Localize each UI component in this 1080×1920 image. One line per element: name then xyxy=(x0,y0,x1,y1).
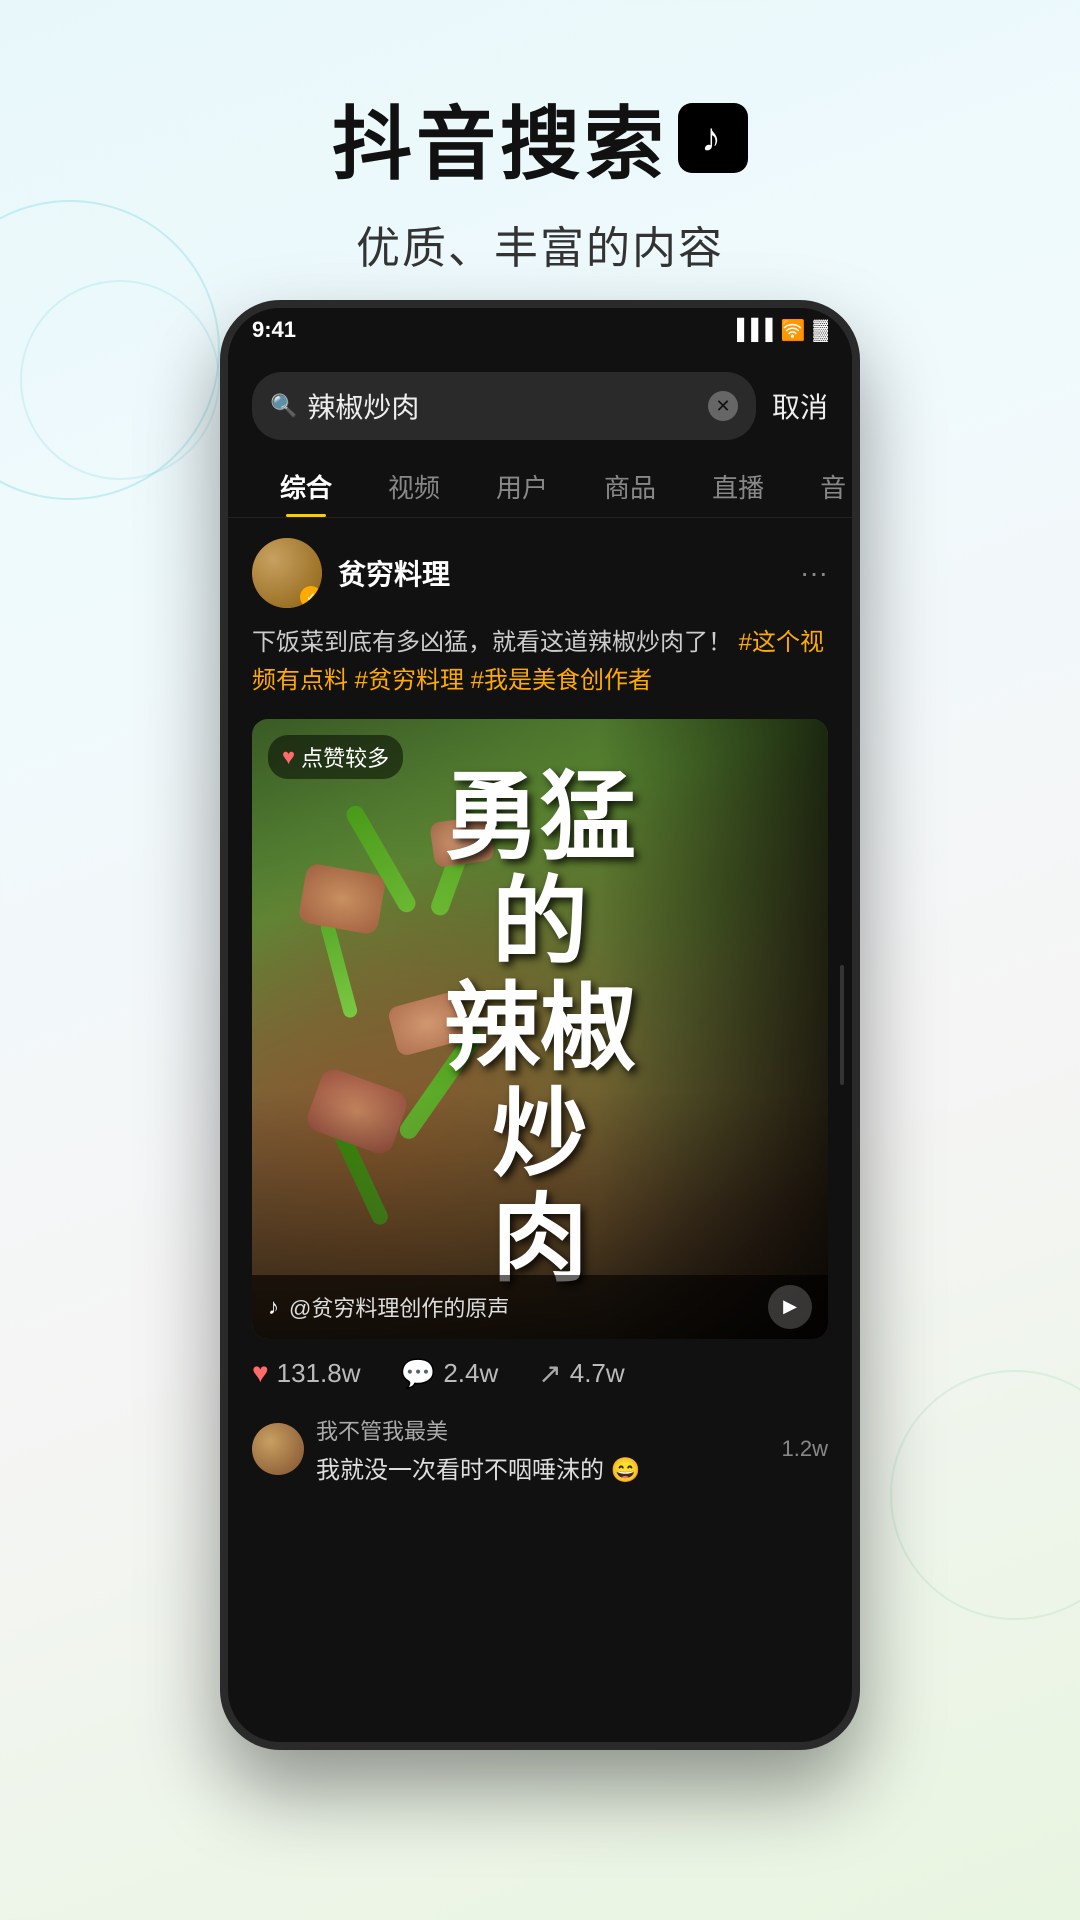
app-title-text: 抖音搜索 xyxy=(332,80,668,196)
app-title-area: 抖音搜索 ♪ xyxy=(0,80,1080,196)
phone-frame: 9:41 ▐▐▐ 🛜 ▓ 🔍 辣椒炒肉 ✕ 取消 综合 xyxy=(220,300,860,1750)
tab-音[interactable]: 音 xyxy=(792,456,852,517)
play-button[interactable]: ▶ xyxy=(768,1285,812,1329)
comment-avatar xyxy=(252,1423,304,1475)
wifi-icon: 🛜 xyxy=(781,318,806,343)
tab-直播[interactable]: 直播 xyxy=(684,456,792,517)
comment-extra-count: 1.2w xyxy=(782,1436,828,1462)
shares-count[interactable]: ↗ 4.7w xyxy=(538,1357,624,1390)
video-thumbnail[interactable]: ♥ 点赞较多 勇猛的辣椒炒肉 ♪ @贫穷料理创作的原声 ▶ xyxy=(252,719,828,1339)
search-bar-area: 🔍 辣椒炒肉 ✕ 取消 xyxy=(228,352,852,440)
verified-badge: ✓ xyxy=(300,586,322,608)
tab-视频[interactable]: 视频 xyxy=(360,456,468,517)
post-main-text: 下饭菜到底有多凶猛，就看这道辣椒炒肉了！ xyxy=(252,629,732,656)
comment-body: 我就没一次看时不咽唾沫的 😄 xyxy=(316,1450,770,1485)
search-icon: 🔍 xyxy=(270,393,297,419)
tabs-bar: 综合 视频 用户 商品 直播 音 xyxy=(228,440,852,518)
search-input-wrapper[interactable]: 🔍 辣椒炒肉 ✕ xyxy=(252,372,756,440)
comment-text-area: 我不管我最美 我就没一次看时不咽唾沫的 😄 xyxy=(316,1414,770,1485)
tiktok-mini-icon: ♪ xyxy=(268,1294,279,1320)
signal-icon: ▐▐▐ xyxy=(730,319,773,342)
tiktok-logo-icon: ♪ xyxy=(701,116,725,161)
status-time: 9:41 xyxy=(252,317,296,343)
audio-bar: ♪ @贫穷料理创作的原声 ▶ xyxy=(252,1275,828,1339)
search-input-value[interactable]: 辣椒炒肉 xyxy=(307,386,698,426)
content-area: ✓ 贫穷料理 ··· 下饭菜到底有多凶猛，就看这道辣椒炒肉了！ #这个视频有点料… xyxy=(228,518,852,1515)
comments-count[interactable]: 💬 2.4w xyxy=(400,1357,498,1390)
scroll-indicator xyxy=(840,965,844,1085)
tab-商品[interactable]: 商品 xyxy=(576,456,684,517)
search-clear-button[interactable]: ✕ xyxy=(708,391,738,421)
more-options-icon[interactable]: ··· xyxy=(800,557,828,589)
post-text: 下饭菜到底有多凶猛，就看这道辣椒炒肉了！ #这个视频有点料 #贫穷料理 #我是美… xyxy=(252,624,828,701)
audio-text[interactable]: @贫穷料理创作的原声 xyxy=(289,1291,758,1323)
phone-mockup: 9:41 ▐▐▐ 🛜 ▓ 🔍 辣椒炒肉 ✕ 取消 综合 xyxy=(220,300,860,1750)
likes-number: 131.8w xyxy=(277,1358,361,1389)
tiktok-logo: ♪ xyxy=(678,103,748,173)
comments-number: 2.4w xyxy=(443,1358,498,1389)
phone-screen: 9:41 ▐▐▐ 🛜 ▓ 🔍 辣椒炒肉 ✕ 取消 综合 xyxy=(228,308,852,1742)
user-card: ✓ 贫穷料理 ··· xyxy=(252,538,828,608)
comment-username: 我不管我最美 xyxy=(316,1414,770,1446)
search-cancel-button[interactable]: 取消 xyxy=(772,386,828,426)
header-section: 抖音搜索 ♪ 优质、丰富的内容 xyxy=(0,0,1080,316)
comment-icon: 💬 xyxy=(400,1357,435,1390)
tab-用户[interactable]: 用户 xyxy=(468,456,576,517)
engagement-bar: ♥ 131.8w 💬 2.4w ↗ 4.7w xyxy=(252,1339,828,1404)
heart-icon: ♥ xyxy=(252,1357,269,1389)
shares-number: 4.7w xyxy=(570,1358,625,1389)
bg-decoration-3 xyxy=(890,1370,1080,1620)
video-text-overlay: 勇猛的辣椒炒肉 xyxy=(252,719,828,1339)
user-name[interactable]: 贫穷料理 xyxy=(338,553,784,593)
user-avatar: ✓ xyxy=(252,538,322,608)
likes-count[interactable]: ♥ 131.8w xyxy=(252,1357,360,1389)
video-title-text: 勇猛的辣椒炒肉 xyxy=(424,745,656,1313)
status-icons: ▐▐▐ 🛜 ▓ xyxy=(730,318,828,343)
app-subtitle: 优质、丰富的内容 xyxy=(0,212,1080,276)
tab-综合[interactable]: 综合 xyxy=(252,456,360,517)
battery-icon: ▓ xyxy=(813,319,828,342)
share-icon: ↗ xyxy=(538,1357,561,1390)
comment-preview: 我不管我最美 我就没一次看时不咽唾沫的 😄 1.2w xyxy=(252,1404,828,1495)
